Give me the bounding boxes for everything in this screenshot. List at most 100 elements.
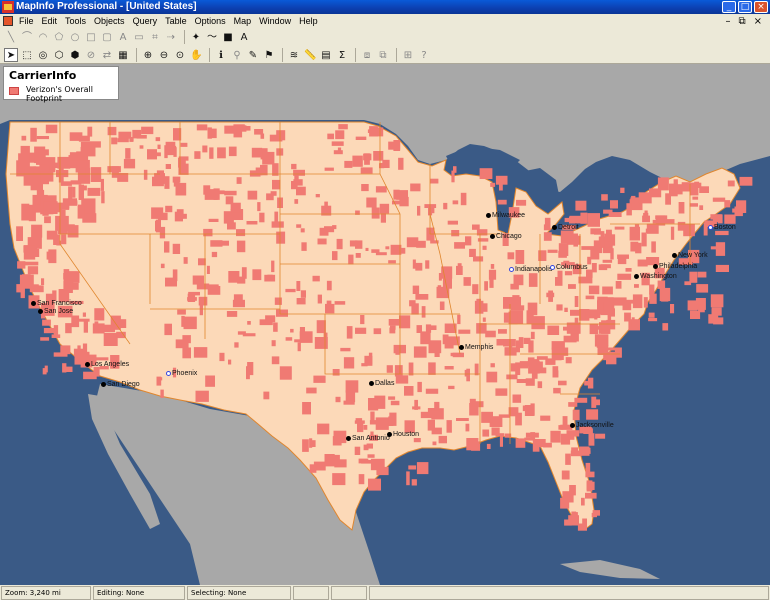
grabber-hand-icon[interactable]: ✋ xyxy=(189,48,203,62)
city-label[interactable]: Los Angeles xyxy=(85,361,129,368)
city-label[interactable]: Milwaukee xyxy=(486,212,525,219)
zoom-status[interactable]: Zoom: 3,240 mi xyxy=(1,586,91,600)
region-style-icon[interactable]: ■ xyxy=(221,30,235,44)
window-title: MapInfo Professional - [United States] xyxy=(16,1,197,12)
city-label[interactable]: Philadelphia xyxy=(653,263,697,270)
layer-control-icon[interactable]: ≋ xyxy=(287,48,301,62)
marquee-select-icon[interactable]: ⬚ xyxy=(20,48,34,62)
city-label[interactable]: San Antonio xyxy=(346,435,390,442)
set-clip-icon[interactable]: ⧉ xyxy=(376,48,390,62)
ellipse-tool-icon[interactable]: ○ xyxy=(68,30,82,44)
map-window[interactable]: CarrierInfo Verizon's Overall Footprint … xyxy=(0,64,770,585)
city-label[interactable]: San Francisco xyxy=(31,300,82,307)
map-legend[interactable]: CarrierInfo Verizon's Overall Footprint xyxy=(3,66,119,103)
invert-selection-icon[interactable]: ⇄ xyxy=(100,48,114,62)
clip-region-icon[interactable]: ⧈ xyxy=(360,48,374,62)
city-marker-icon xyxy=(708,224,713,230)
city-label[interactable]: Indianapolis xyxy=(509,266,552,273)
editing-status[interactable]: Editing: None xyxy=(93,586,185,600)
show-statistics-icon[interactable]: ⊞ xyxy=(401,48,415,62)
city-marker-icon xyxy=(166,370,171,376)
city-marker-icon xyxy=(552,224,557,230)
text-style-icon[interactable]: A xyxy=(237,30,251,44)
text-tool-icon[interactable]: A xyxy=(116,30,130,44)
doc-close-icon[interactable]: × xyxy=(754,16,762,27)
document-icon[interactable] xyxy=(3,16,13,26)
line-tool-icon[interactable]: ╲ xyxy=(4,30,18,44)
rounded-rect-tool-icon[interactable]: ▢ xyxy=(100,30,114,44)
menu-bar: File Edit Tools Objects Query Table Opti… xyxy=(0,14,770,28)
doc-restore-icon[interactable]: ⧉ xyxy=(738,16,745,27)
status-pane-empty xyxy=(293,586,329,600)
menu-objects[interactable]: Objects xyxy=(91,14,130,28)
city-marker-icon xyxy=(346,435,351,441)
select-arrow-icon[interactable]: ➤ xyxy=(4,47,18,62)
city-label[interactable]: Dallas xyxy=(369,380,394,387)
zoom-out-icon[interactable]: ⊖ xyxy=(157,48,171,62)
unselect-all-icon[interactable]: ⊘ xyxy=(84,48,98,62)
legend-item-label: Verizon's Overall Footprint xyxy=(26,85,93,103)
menu-table[interactable]: Table xyxy=(162,14,192,28)
hotlink-tool-icon[interactable]: ⚲ xyxy=(230,48,244,62)
label-tool-icon[interactable]: ✎ xyxy=(246,48,260,62)
symbol-style-icon[interactable]: ✦ xyxy=(189,30,203,44)
city-label[interactable]: Phoenix xyxy=(166,370,197,377)
polyline-tool-icon[interactable]: ⌒ xyxy=(20,30,34,44)
city-marker-icon xyxy=(369,380,374,386)
menu-window[interactable]: Window xyxy=(256,14,296,28)
rectangle-tool-icon[interactable]: □ xyxy=(84,30,98,44)
doc-minimize-icon[interactable]: – xyxy=(725,16,730,27)
city-label[interactable]: Boston xyxy=(708,224,736,231)
legend-swatch xyxy=(9,87,19,95)
drag-map-window-icon[interactable]: ⚑ xyxy=(262,48,276,62)
arc-tool-icon[interactable]: ◠ xyxy=(36,30,50,44)
reshape-tool-icon[interactable]: ⌗ xyxy=(148,30,162,44)
menu-query[interactable]: Query xyxy=(130,14,163,28)
ruler-tool-icon[interactable]: 📏 xyxy=(303,48,317,62)
city-marker-icon xyxy=(486,212,491,218)
help-tool-icon[interactable]: ? xyxy=(417,48,431,62)
city-label[interactable]: Houston xyxy=(387,431,419,438)
boundary-select-icon[interactable]: ⬢ xyxy=(68,48,82,62)
map-canvas[interactable]: CarrierInfo Verizon's Overall Footprint … xyxy=(0,64,770,585)
menu-map[interactable]: Map xyxy=(231,14,257,28)
change-view-icon[interactable]: ⊙ xyxy=(173,48,187,62)
zoom-in-icon[interactable]: ⊕ xyxy=(141,48,155,62)
status-pane-empty xyxy=(369,586,769,600)
city-label[interactable]: Chicago xyxy=(490,233,522,240)
window-controls: _ □ × xyxy=(722,0,768,14)
city-marker-icon xyxy=(490,233,495,239)
line-style-icon[interactable]: 〜 xyxy=(205,30,219,44)
city-marker-icon xyxy=(509,266,514,272)
statistics-icon[interactable]: Σ xyxy=(335,48,349,62)
city-label[interactable]: Columbus xyxy=(550,264,588,271)
frame-tool-icon[interactable]: ▭ xyxy=(132,30,146,44)
minimize-button[interactable]: _ xyxy=(722,1,736,13)
menu-edit[interactable]: Edit xyxy=(39,14,63,28)
info-tool-icon[interactable]: ℹ xyxy=(214,48,228,62)
city-label[interactable]: San Jose xyxy=(38,308,73,315)
radius-select-icon[interactable]: ◎ xyxy=(36,48,50,62)
menu-options[interactable]: Options xyxy=(192,14,231,28)
city-marker-icon xyxy=(653,263,658,269)
city-label[interactable]: Washington xyxy=(634,273,677,280)
polygon-select-icon[interactable]: ⬡ xyxy=(52,48,66,62)
menu-tools[interactable]: Tools xyxy=(62,14,91,28)
city-label[interactable]: New York xyxy=(672,252,708,259)
city-label[interactable]: San Diego xyxy=(101,381,140,388)
selecting-status[interactable]: Selecting: None xyxy=(187,586,291,600)
city-marker-icon xyxy=(634,273,639,279)
menu-help[interactable]: Help xyxy=(296,14,323,28)
add-node-tool-icon[interactable]: ⇢ xyxy=(164,30,178,44)
maximize-button[interactable]: □ xyxy=(738,1,752,13)
close-button[interactable]: × xyxy=(754,1,768,13)
city-label[interactable]: Jacksonville xyxy=(570,422,614,429)
city-label[interactable]: Detroit xyxy=(552,224,579,231)
main-toolbar: ➤ ⬚ ◎ ⬡ ⬢ ⊘ ⇄ ▦ ⊕ ⊖ ⊙ ✋ ℹ ⚲ ✎ ⚑ ≋ 📏 ▤ Σ … xyxy=(0,46,770,64)
menu-file[interactable]: File xyxy=(16,14,39,28)
city-label[interactable]: Memphis xyxy=(459,344,493,351)
legend-icon[interactable]: ▤ xyxy=(319,48,333,62)
graph-select-icon[interactable]: ▦ xyxy=(116,48,130,62)
mapinfo-app-icon xyxy=(2,1,14,13)
polygon-tool-icon[interactable]: ⬠ xyxy=(52,30,66,44)
